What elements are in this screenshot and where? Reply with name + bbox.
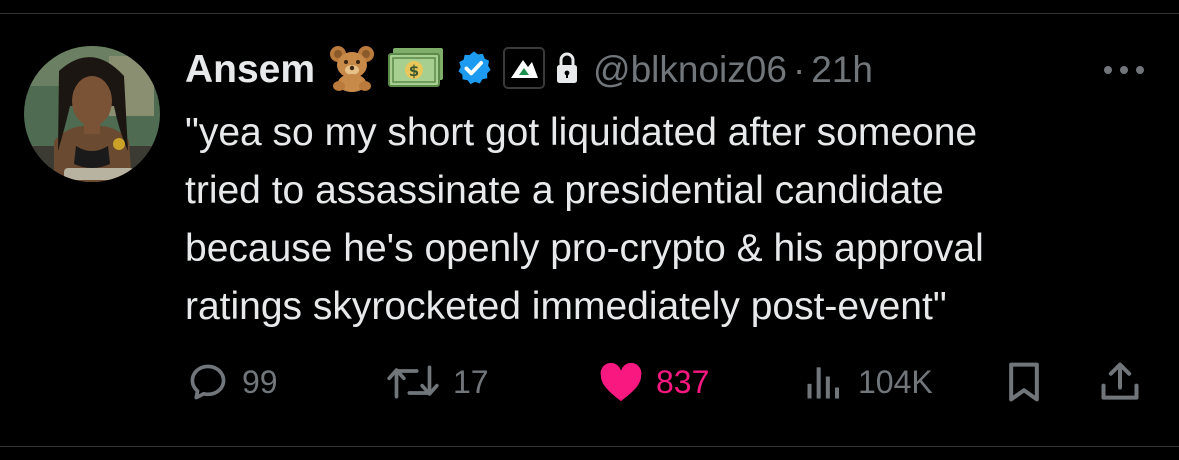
like-count: 837 <box>656 363 710 400</box>
tweet-text-line: tried to assassinate a presidential cand… <box>185 169 944 212</box>
bookmark-button[interactable] <box>1004 360 1044 404</box>
teddy-bear-icon <box>327 43 377 98</box>
view-count: 104K <box>858 363 933 400</box>
svg-text:$: $ <box>409 62 419 80</box>
author-handle[interactable]: @blknoiz06 <box>593 49 787 91</box>
analytics-bars-icon <box>807 367 840 399</box>
reply-count: 99 <box>242 363 278 400</box>
more-options-button[interactable] <box>1100 60 1148 80</box>
share-button[interactable] <box>1098 360 1142 404</box>
reply-button[interactable]: 99 <box>186 360 278 404</box>
tweet-text-line: because he's openly pro-crypto & his app… <box>185 227 984 270</box>
timestamp[interactable]: 21h <box>811 49 873 91</box>
dollar-banknote-icon: $ <box>387 46 445 95</box>
bottom-divider <box>0 446 1179 447</box>
separator-dot: · <box>792 49 806 90</box>
top-divider <box>0 13 1179 14</box>
repost-count: 17 <box>453 363 489 400</box>
avatar[interactable] <box>24 46 160 182</box>
bookmark-icon <box>1009 362 1039 402</box>
affiliate-badge-icon[interactable] <box>503 46 546 94</box>
tweet-text-line: "yea so my short got liquidated after so… <box>185 111 978 154</box>
verified-badge-icon[interactable] <box>455 49 493 92</box>
share-icon <box>1101 362 1139 400</box>
lock-icon <box>555 51 579 90</box>
display-name[interactable]: Ansem <box>185 48 315 92</box>
avatar-image <box>24 46 160 182</box>
heart-icon <box>600 362 642 402</box>
tweet-text: "yea so my short got liquidated after so… <box>185 104 1145 336</box>
repost-button[interactable]: 17 <box>385 360 489 404</box>
like-button[interactable]: 837 <box>598 360 709 404</box>
tweet-header: Ansem $ @blknoiz06 · 21h <box>185 44 873 96</box>
repost-icon <box>387 365 439 399</box>
views-button[interactable]: 104K <box>802 360 933 404</box>
tweet-text-line: ratings skyrocketed immediately post-eve… <box>185 285 947 328</box>
reply-icon <box>190 364 226 400</box>
more-dots-icon <box>1104 66 1144 74</box>
